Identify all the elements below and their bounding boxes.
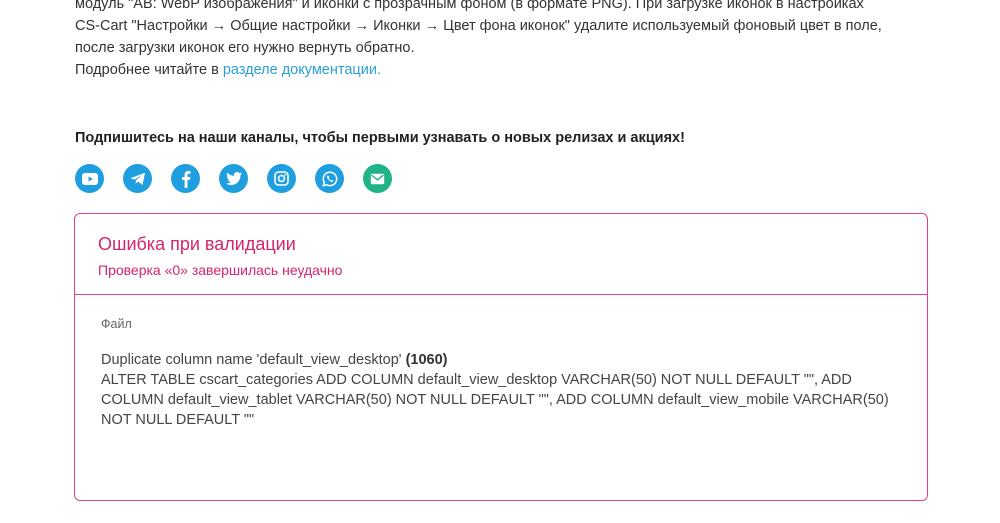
- error-subtitle: Проверка «0» завершилась неудачно: [98, 262, 343, 278]
- error-message-text: Duplicate column name 'default_view_desk…: [101, 352, 406, 368]
- email-icon: [370, 173, 385, 184]
- intro-line: Подробнее читайте в разделе документации…: [75, 59, 935, 81]
- intro-line-prefix: Подробнее читайте в: [75, 62, 223, 78]
- error-sql: ALTER TABLE cscart_categories ADD COLUMN…: [101, 372, 889, 428]
- intro-line: модуль "AB: WebP изображения" и иконки с…: [75, 0, 864, 12]
- error-code: (1060): [405, 352, 448, 368]
- whatsapp-icon: [321, 170, 337, 187]
- page: модуль "AB: WebP изображения" и иконки с…: [0, 0, 1000, 523]
- subscribe-heading: Подпишитесь на наши каналы, чтобы первым…: [75, 130, 685, 146]
- intro-text: модуль "AB: WebP изображения" и иконки с…: [75, 0, 935, 81]
- validation-error-panel: Ошибка при валидации Проверка «0» заверш…: [74, 213, 928, 501]
- error-header: Ошибка при валидации Проверка «0» заверш…: [75, 214, 927, 295]
- intro-line: CS-Cart "Настройки → Общие настройки → И…: [75, 18, 882, 34]
- documentation-link[interactable]: разделе документации.: [223, 62, 381, 78]
- whatsapp-link[interactable]: [315, 164, 344, 193]
- instagram-icon: [274, 171, 289, 186]
- twitter-icon: [225, 172, 242, 185]
- intro-line: после загрузки иконок его нужно вернуть …: [75, 40, 415, 56]
- email-link[interactable]: [363, 164, 392, 193]
- telegram-icon: [130, 172, 145, 185]
- instagram-link[interactable]: [267, 164, 296, 193]
- file-label: Файл: [101, 317, 132, 331]
- facebook-icon: [181, 170, 190, 188]
- error-body: Файл Duplicate column name 'default_view…: [75, 295, 927, 430]
- facebook-link[interactable]: [171, 164, 200, 193]
- error-message: Duplicate column name 'default_view_desk…: [101, 350, 901, 430]
- youtube-icon: [81, 172, 98, 185]
- social-links: [75, 164, 392, 193]
- youtube-link[interactable]: [75, 164, 104, 193]
- twitter-link[interactable]: [219, 164, 248, 193]
- telegram-link[interactable]: [123, 164, 152, 193]
- error-title: Ошибка при валидации: [98, 234, 296, 254]
